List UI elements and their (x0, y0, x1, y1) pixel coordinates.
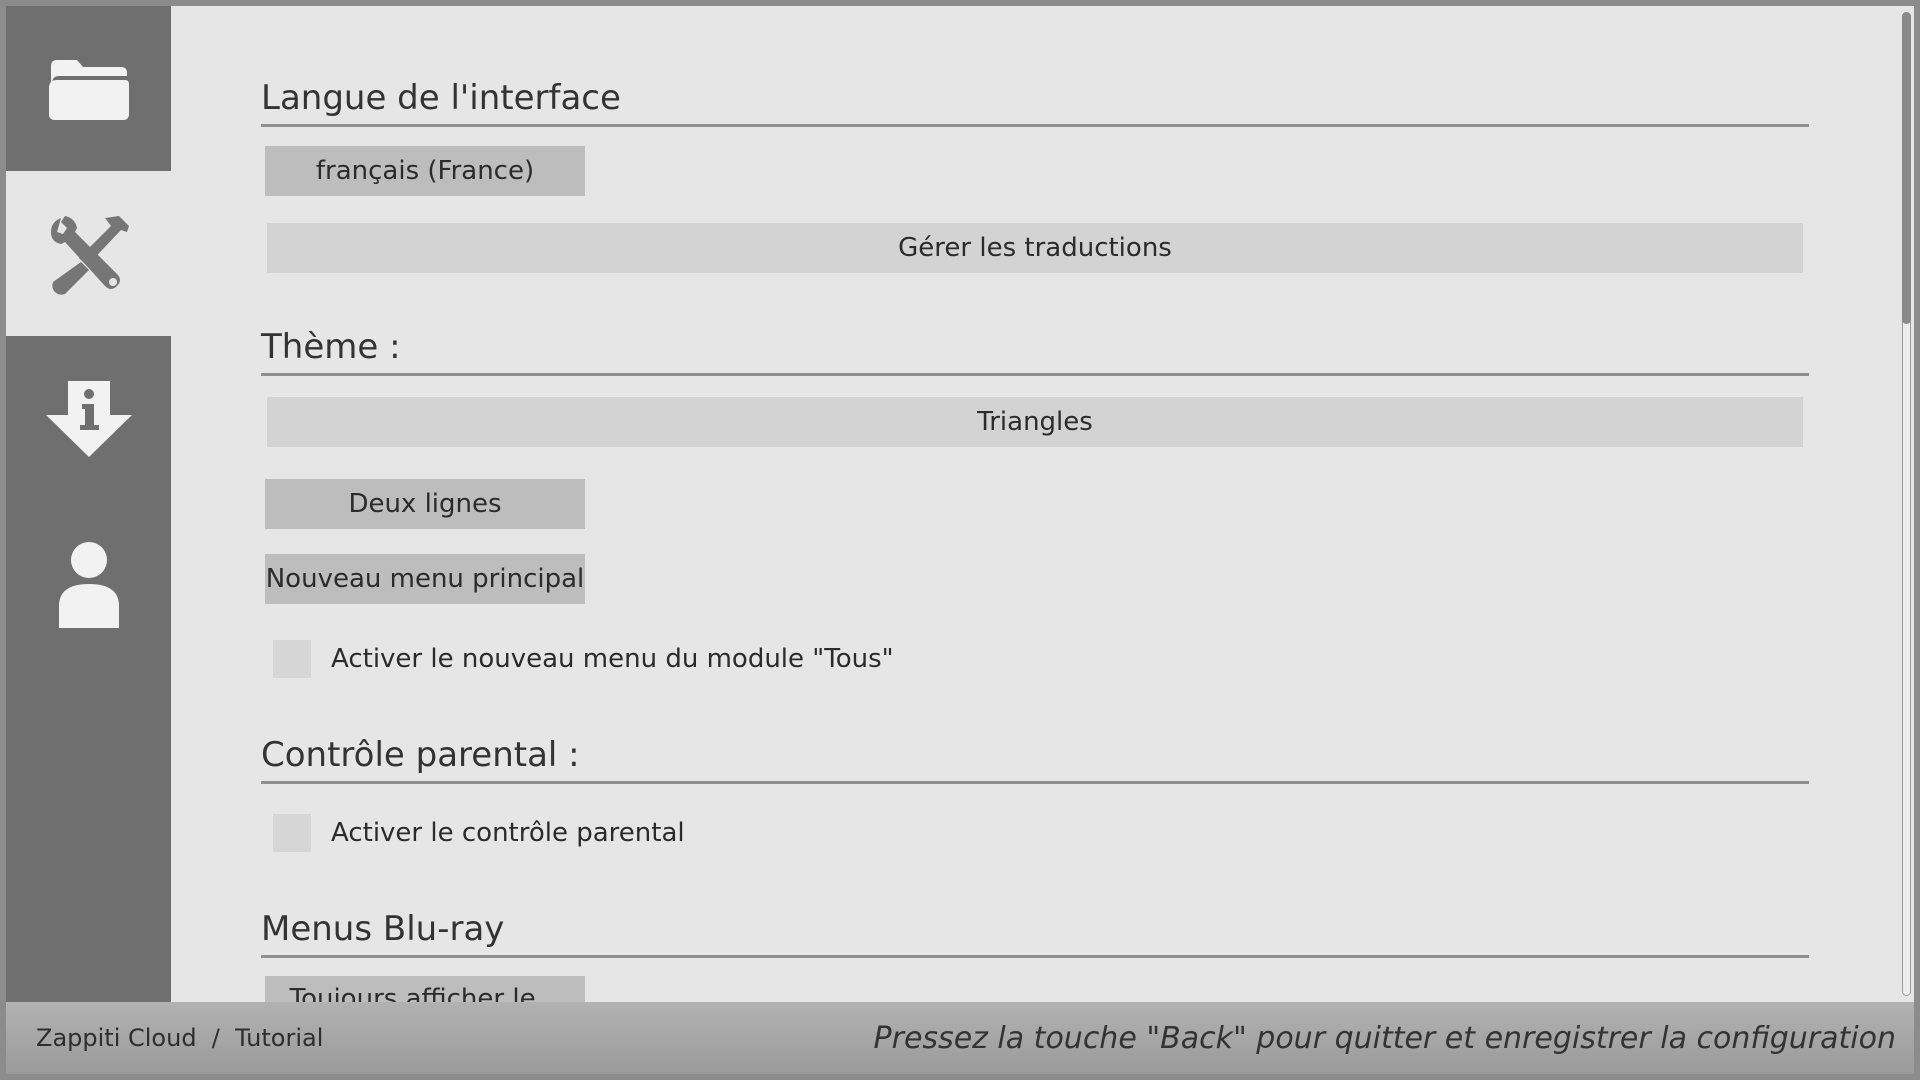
vertical-scrollbar[interactable] (1899, 6, 1914, 1002)
parental-checkbox-row[interactable]: Activer le contrôle parental (273, 813, 685, 853)
manage-translations-button[interactable]: Gérer les traductions (267, 223, 1803, 273)
settings-window: Langue de l'interface français (France) … (6, 6, 1914, 1074)
layout-select-button[interactable]: Deux lignes (265, 479, 585, 529)
sidebar-item-account[interactable] (6, 501, 171, 666)
parental-checkbox[interactable] (273, 814, 311, 852)
section-title-parental: Contrôle parental : (261, 735, 1809, 784)
tools-icon (50, 215, 129, 295)
section-title-bluray: Menus Blu-ray (261, 909, 1809, 958)
bluray-option-button[interactable]: Toujours afficher le... (265, 976, 585, 1002)
new-menu-checkbox-label: Activer le nouveau menu du module "Tous" (331, 644, 894, 674)
sidebar (6, 6, 171, 1002)
breadcrumb: Zappiti Cloud / Tutorial (36, 1024, 324, 1052)
sidebar-item-settings[interactable] (6, 171, 171, 336)
folder-icon (48, 59, 129, 120)
section-title-language: Langue de l'interface (261, 78, 1809, 127)
user-icon (58, 541, 119, 628)
section-title-theme: Thème : (261, 327, 1809, 376)
scrollbar-thumb[interactable] (1902, 12, 1911, 324)
parental-checkbox-label: Activer le contrôle parental (331, 818, 685, 848)
theme-select-button[interactable]: Triangles (267, 397, 1803, 447)
footer-bar: Zappiti Cloud / Tutorial Pressez la touc… (6, 1002, 1914, 1074)
new-menu-checkbox[interactable] (273, 640, 311, 678)
main-menu-select-button[interactable]: Nouveau menu principal (265, 554, 585, 604)
new-menu-checkbox-row[interactable]: Activer le nouveau menu du module "Tous" (273, 639, 894, 679)
settings-content: Langue de l'interface français (France) … (171, 6, 1891, 1002)
back-hint: Pressez la touche "Back" pour quitter et… (873, 1020, 1896, 1056)
sidebar-item-library[interactable] (6, 6, 171, 171)
info-download-icon (45, 380, 132, 457)
language-select-button[interactable]: français (France) (265, 146, 585, 196)
sidebar-item-info[interactable] (6, 336, 171, 501)
